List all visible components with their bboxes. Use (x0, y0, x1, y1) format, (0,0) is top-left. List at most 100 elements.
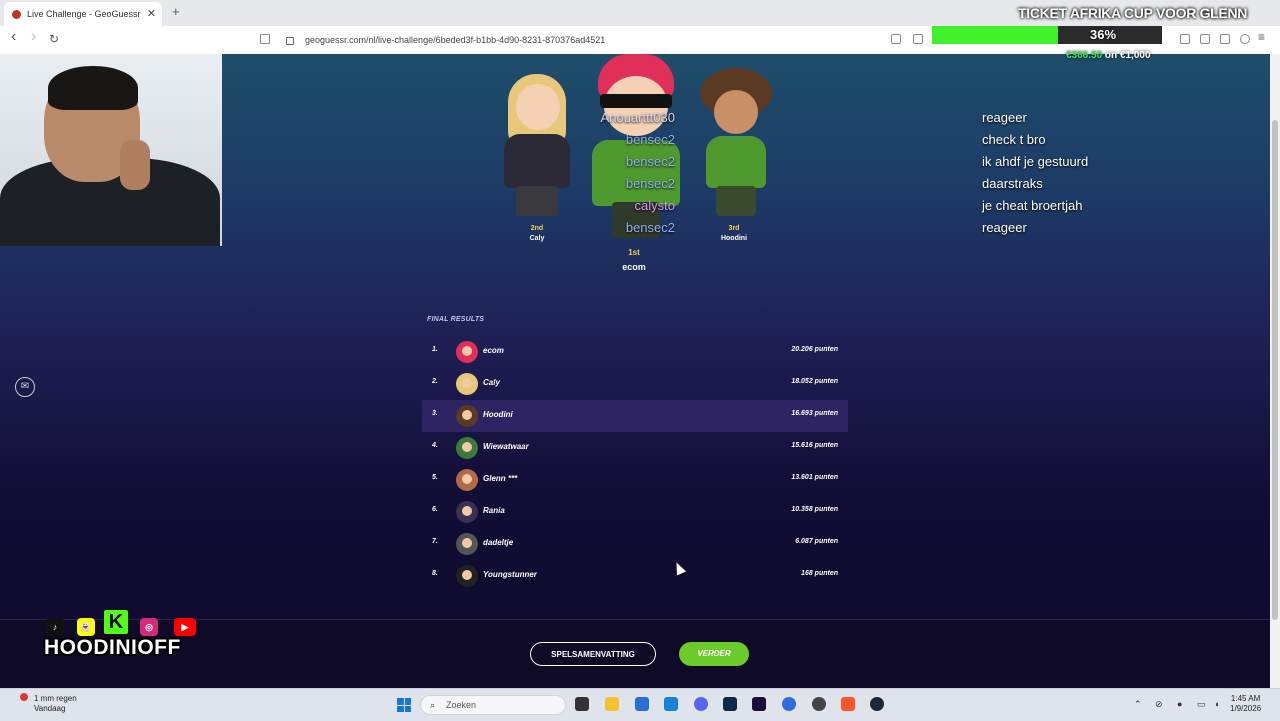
url-field[interactable]: geoguessr.com/nl/live-challenge/6beded3f… (305, 31, 905, 49)
weather-widget[interactable]: 1 mm regen Vandaag (34, 694, 77, 714)
donation-amount: €366.50 on €1,000 (1066, 50, 1151, 61)
scrollbar-thumb[interactable] (1272, 120, 1278, 620)
reload-icon[interactable]: ↻ (49, 32, 59, 46)
result-points: 16.693 punten (791, 410, 838, 417)
obs-icon[interactable] (812, 697, 826, 711)
profile-icon[interactable] (1240, 34, 1250, 44)
chat-username: Anouarttt030 (600, 110, 675, 125)
podium-place-second: 2nd (530, 225, 544, 232)
result-row[interactable]: 4. Wiewatwaar 15.616 punten (422, 432, 848, 464)
result-row[interactable]: 1. ecom 20.206 punten (422, 336, 848, 368)
geoguessr-favicon-icon (12, 9, 21, 19)
webcam-hand (120, 140, 150, 190)
forward-icon[interactable]: › (31, 28, 36, 46)
player-avatar (456, 341, 478, 363)
result-points: 10.358 punten (791, 506, 838, 513)
chat-text: ik ahdf je gestuurd (982, 154, 1089, 169)
result-rank: 5. (432, 474, 438, 481)
result-rank: 7. (432, 538, 438, 545)
result-row[interactable]: 8. Youngstunner 168 punten (422, 560, 848, 592)
steam-icon[interactable] (870, 697, 884, 711)
file-explorer-icon[interactable] (605, 697, 619, 711)
result-row[interactable]: 2. Caly 18.052 punten (422, 368, 848, 400)
result-player-name: ecom (483, 346, 504, 355)
webcam-overlay (0, 54, 222, 246)
streamer-handle: HOODINIOFF (44, 636, 181, 659)
wallet-icon[interactable] (1200, 34, 1210, 44)
task-view-icon[interactable] (575, 697, 589, 711)
discord-icon[interactable] (694, 697, 708, 711)
network-off-icon[interactable]: ⊘ (1155, 699, 1163, 710)
outlook-icon[interactable] (664, 697, 678, 711)
clock-time: 1:45 AM (1230, 694, 1261, 703)
result-rank: 8. (432, 570, 438, 577)
tab-close-icon[interactable]: ✕ (147, 7, 156, 20)
sidebar-icon[interactable] (1180, 34, 1190, 44)
donation-raised: €366.50 (1066, 50, 1103, 61)
donation-goal: €1,000 (1119, 50, 1151, 61)
result-rank: 3. (432, 410, 438, 417)
browser-tab[interactable]: Live Challenge - GeoGuessr ✕ (4, 2, 162, 26)
premiere-icon[interactable] (752, 697, 766, 711)
result-rank: 6. (432, 506, 438, 513)
player-avatar (456, 405, 478, 427)
kick-icon: K (104, 610, 128, 634)
clock-date: 1/9/2026 (1230, 704, 1262, 713)
extension-icon[interactable] (891, 34, 901, 44)
result-points: 168 punten (801, 570, 838, 577)
photoshop-icon[interactable] (723, 697, 737, 711)
windows-start-icon[interactable] (397, 698, 411, 712)
webcam-hair (48, 66, 138, 110)
menu-icon[interactable]: ≡ (1258, 30, 1265, 44)
result-row-highlighted[interactable]: 3. Hoodini 16.693 punten (422, 400, 848, 432)
display-icon[interactable]: ▭ (1197, 699, 1206, 710)
vpn-icon[interactable] (1220, 34, 1230, 44)
result-points: 18.052 punten (791, 378, 838, 385)
result-player-name: Hoodini (483, 410, 513, 419)
podium-name-third: Hoodini (720, 235, 748, 242)
taskbar-search[interactable]: ⌕ Zoeken (420, 695, 566, 715)
store-icon[interactable] (635, 697, 649, 711)
taskbar-clock[interactable]: 1:45 AM 1/9/2026 (1230, 694, 1261, 714)
chat-username: bensec2 (625, 132, 675, 147)
cast-icon[interactable] (913, 34, 923, 44)
chat-text: reageer (982, 110, 1027, 125)
chat-text: daarstraks (982, 176, 1043, 191)
site-info-icon[interactable] (286, 37, 294, 45)
volume-icon[interactable]: ◖ (1214, 699, 1219, 709)
result-rank: 2. (432, 378, 438, 385)
chat-text: reageer (982, 220, 1027, 235)
result-row[interactable]: 6. Rania 10.358 punten (422, 496, 848, 528)
chat-username: bensec2 (625, 176, 675, 191)
podium-place-third: 3rd (728, 225, 740, 232)
new-tab-icon[interactable]: + (172, 4, 180, 19)
microphone-icon[interactable]: ● (1177, 699, 1182, 709)
brave-icon[interactable] (841, 697, 855, 711)
tray-overflow-icon[interactable]: ⌃ (1134, 699, 1142, 710)
instagram-icon: ◎ (140, 618, 158, 636)
donation-progress-percent: 36% (1090, 27, 1117, 42)
continue-button[interactable]: VERDER (679, 642, 749, 666)
result-points: 20.206 punten (791, 346, 838, 353)
podium-place-first: 1st (628, 248, 640, 257)
chat-bubble-icon[interactable]: ✉ (15, 377, 35, 397)
chat-text: je cheat broertjah (982, 198, 1083, 213)
chat-username: bensec2 (625, 220, 675, 235)
result-points: 6.087 punten (795, 538, 838, 545)
chat-text: check t bro (982, 132, 1046, 147)
back-icon[interactable]: ‹ (11, 28, 16, 46)
scrollbar[interactable] (1270, 54, 1280, 688)
chat-username: bensec2 (625, 154, 675, 169)
bookmark-icon[interactable] (260, 34, 270, 44)
donation-goal-title: TICKET AFRIKA CUP VOOR GLENN (1018, 5, 1248, 21)
weather-condition: 1 mm regen (34, 694, 77, 703)
weather-icon[interactable] (20, 693, 28, 701)
player-avatar (456, 469, 478, 491)
result-row[interactable]: 7. dadeltje 6.087 punten (422, 528, 848, 560)
game-summary-button[interactable]: SPELSAMENVATTING (530, 642, 656, 666)
tab-title: Live Challenge - GeoGuessr (27, 9, 141, 19)
player-avatar (456, 437, 478, 459)
app-icon[interactable] (782, 697, 796, 711)
result-player-name: Wiewatwaar (483, 442, 529, 451)
result-row[interactable]: 5. Glenn *** 13.601 punten (422, 464, 848, 496)
